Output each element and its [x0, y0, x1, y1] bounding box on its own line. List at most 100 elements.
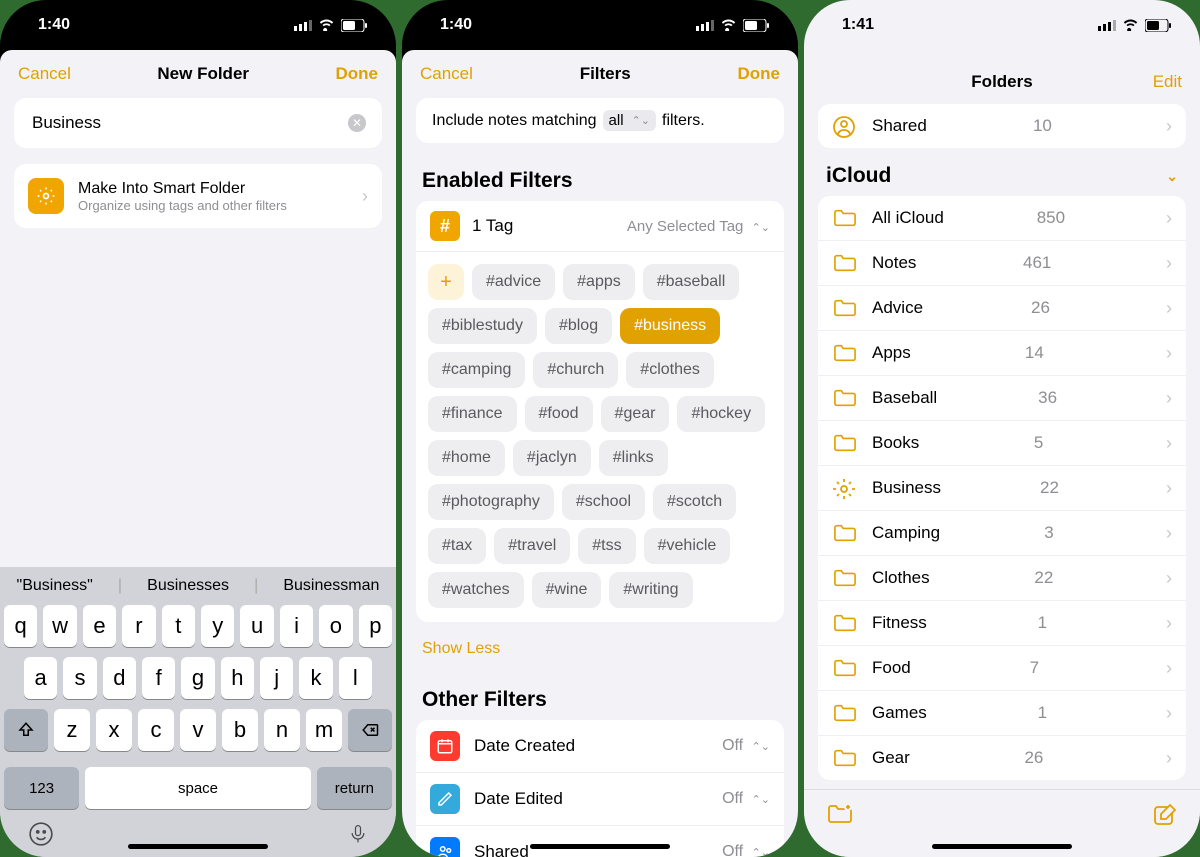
key-f[interactable]: f — [142, 657, 175, 699]
tag-chip[interactable]: #scotch — [653, 484, 736, 520]
chevron-down-icon[interactable]: ⌄ — [1166, 168, 1178, 185]
backspace-key[interactable] — [348, 709, 392, 751]
clear-text-icon[interactable]: ✕ — [348, 114, 366, 132]
compose-icon[interactable] — [1152, 802, 1178, 828]
tag-chip[interactable]: #hockey — [677, 396, 765, 432]
make-smart-folder-row[interactable]: Make Into Smart Folder Organize using ta… — [14, 164, 382, 228]
key-p[interactable]: p — [359, 605, 392, 647]
folder-row[interactable]: Notes 461 › — [818, 241, 1186, 286]
tag-chip[interactable]: #vehicle — [644, 528, 731, 564]
key-n[interactable]: n — [264, 709, 300, 751]
key-q[interactable]: q — [4, 605, 37, 647]
key-y[interactable]: y — [201, 605, 234, 647]
new-folder-icon[interactable] — [826, 802, 854, 826]
key-h[interactable]: h — [221, 657, 254, 699]
folder-row[interactable]: Games 1 › — [818, 691, 1186, 736]
tag-chip[interactable]: #travel — [494, 528, 570, 564]
show-less-button[interactable]: Show Less — [402, 630, 798, 678]
folder-row[interactable]: Baseball 36 › — [818, 376, 1186, 421]
key-w[interactable]: w — [43, 605, 76, 647]
tag-chip[interactable]: #jaclyn — [513, 440, 591, 476]
tag-chip[interactable]: #watches — [428, 572, 524, 608]
tag-chip[interactable]: #photography — [428, 484, 554, 520]
folder-row[interactable]: Clothes 22 › — [818, 556, 1186, 601]
folder-row[interactable]: Books 5 › — [818, 421, 1186, 466]
tag-chip[interactable]: #tss — [578, 528, 635, 564]
tag-chip[interactable]: #links — [599, 440, 668, 476]
folder-row[interactable]: Apps 14 › — [818, 331, 1186, 376]
hashtag-icon: # — [430, 211, 460, 241]
keyboard-suggestion[interactable]: "Business" — [13, 577, 97, 595]
chevron-right-icon: › — [1166, 253, 1172, 274]
tag-chip[interactable]: #biblestudy — [428, 308, 537, 344]
tag-chip[interactable]: #clothes — [626, 352, 714, 388]
status-indicators — [1098, 19, 1172, 32]
key-e[interactable]: e — [83, 605, 116, 647]
folder-name: Notes — [872, 253, 916, 273]
icloud-section[interactable]: iCloud — [826, 164, 891, 188]
done-button[interactable]: Done — [737, 64, 780, 84]
key-z[interactable]: z — [54, 709, 90, 751]
key-x[interactable]: x — [96, 709, 132, 751]
key-m[interactable]: m — [306, 709, 342, 751]
key-g[interactable]: g — [181, 657, 214, 699]
tag-mode-selector[interactable]: Any Selected Tag ⌃⌄ — [627, 218, 770, 235]
return-key[interactable]: return — [317, 767, 392, 809]
tag-chip[interactable]: #church — [533, 352, 618, 388]
keyboard-suggestion[interactable]: Businessman — [279, 577, 383, 595]
tag-chip[interactable]: #apps — [563, 264, 635, 300]
folder-name-input[interactable] — [30, 112, 348, 134]
tag-chip[interactable]: #blog — [545, 308, 612, 344]
folder-row[interactable]: Gear 26 › — [818, 736, 1186, 780]
folder-row[interactable]: Fitness 1 › — [818, 601, 1186, 646]
filter-row[interactable]: Date Edited Off ⌃⌄ — [416, 773, 784, 826]
tag-chip[interactable]: #wine — [532, 572, 602, 608]
match-mode-row[interactable]: Include notes matching all⌃⌄ filters. — [416, 98, 784, 143]
key-u[interactable]: u — [240, 605, 273, 647]
tag-chip[interactable]: #food — [525, 396, 593, 432]
folder-row[interactable]: Advice 26 › — [818, 286, 1186, 331]
key-j[interactable]: j — [260, 657, 293, 699]
folder-row[interactable]: Camping 3 › — [818, 511, 1186, 556]
cancel-button[interactable]: Cancel — [18, 64, 71, 84]
key-l[interactable]: l — [339, 657, 372, 699]
space-key[interactable]: space — [85, 767, 311, 809]
key-d[interactable]: d — [103, 657, 136, 699]
key-o[interactable]: o — [319, 605, 352, 647]
tag-chip[interactable]: #home — [428, 440, 505, 476]
key-t[interactable]: t — [162, 605, 195, 647]
folder-row[interactable]: Business 22 › — [818, 466, 1186, 511]
match-mode[interactable]: all — [609, 112, 624, 129]
key-b[interactable]: b — [222, 709, 258, 751]
tag-chip[interactable]: #camping — [428, 352, 525, 388]
tag-chip[interactable]: #writing — [609, 572, 692, 608]
mic-icon[interactable] — [348, 821, 368, 847]
numbers-key[interactable]: 123 — [4, 767, 79, 809]
folder-row[interactable]: All iCloud 850 › — [818, 196, 1186, 241]
filter-row[interactable]: Shared Off ⌃⌄ — [416, 826, 784, 857]
tag-chip[interactable]: #school — [562, 484, 645, 520]
key-s[interactable]: s — [63, 657, 96, 699]
done-button[interactable]: Done — [335, 64, 378, 84]
tag-chip[interactable]: #advice — [472, 264, 555, 300]
key-v[interactable]: v — [180, 709, 216, 751]
folder-row-shared[interactable]: Shared 10 › — [818, 104, 1186, 148]
tag-chip[interactable]: #gear — [601, 396, 670, 432]
tag-chip[interactable]: #business — [620, 308, 720, 344]
shift-key[interactable] — [4, 709, 48, 751]
tag-chip[interactable]: #finance — [428, 396, 517, 432]
emoji-icon[interactable] — [28, 821, 54, 847]
key-a[interactable]: a — [24, 657, 57, 699]
key-i[interactable]: i — [280, 605, 313, 647]
tag-chip[interactable]: #tax — [428, 528, 486, 564]
edit-button[interactable]: Edit — [1153, 72, 1182, 92]
cancel-button[interactable]: Cancel — [420, 64, 473, 84]
tag-chip[interactable]: #baseball — [643, 264, 740, 300]
add-tag-button[interactable]: + — [428, 264, 464, 300]
key-r[interactable]: r — [122, 605, 155, 647]
keyboard-suggestion[interactable]: Businesses — [143, 577, 233, 595]
filter-row[interactable]: Date Created Off ⌃⌄ — [416, 720, 784, 773]
key-k[interactable]: k — [299, 657, 332, 699]
key-c[interactable]: c — [138, 709, 174, 751]
folder-row[interactable]: Food 7 › — [818, 646, 1186, 691]
